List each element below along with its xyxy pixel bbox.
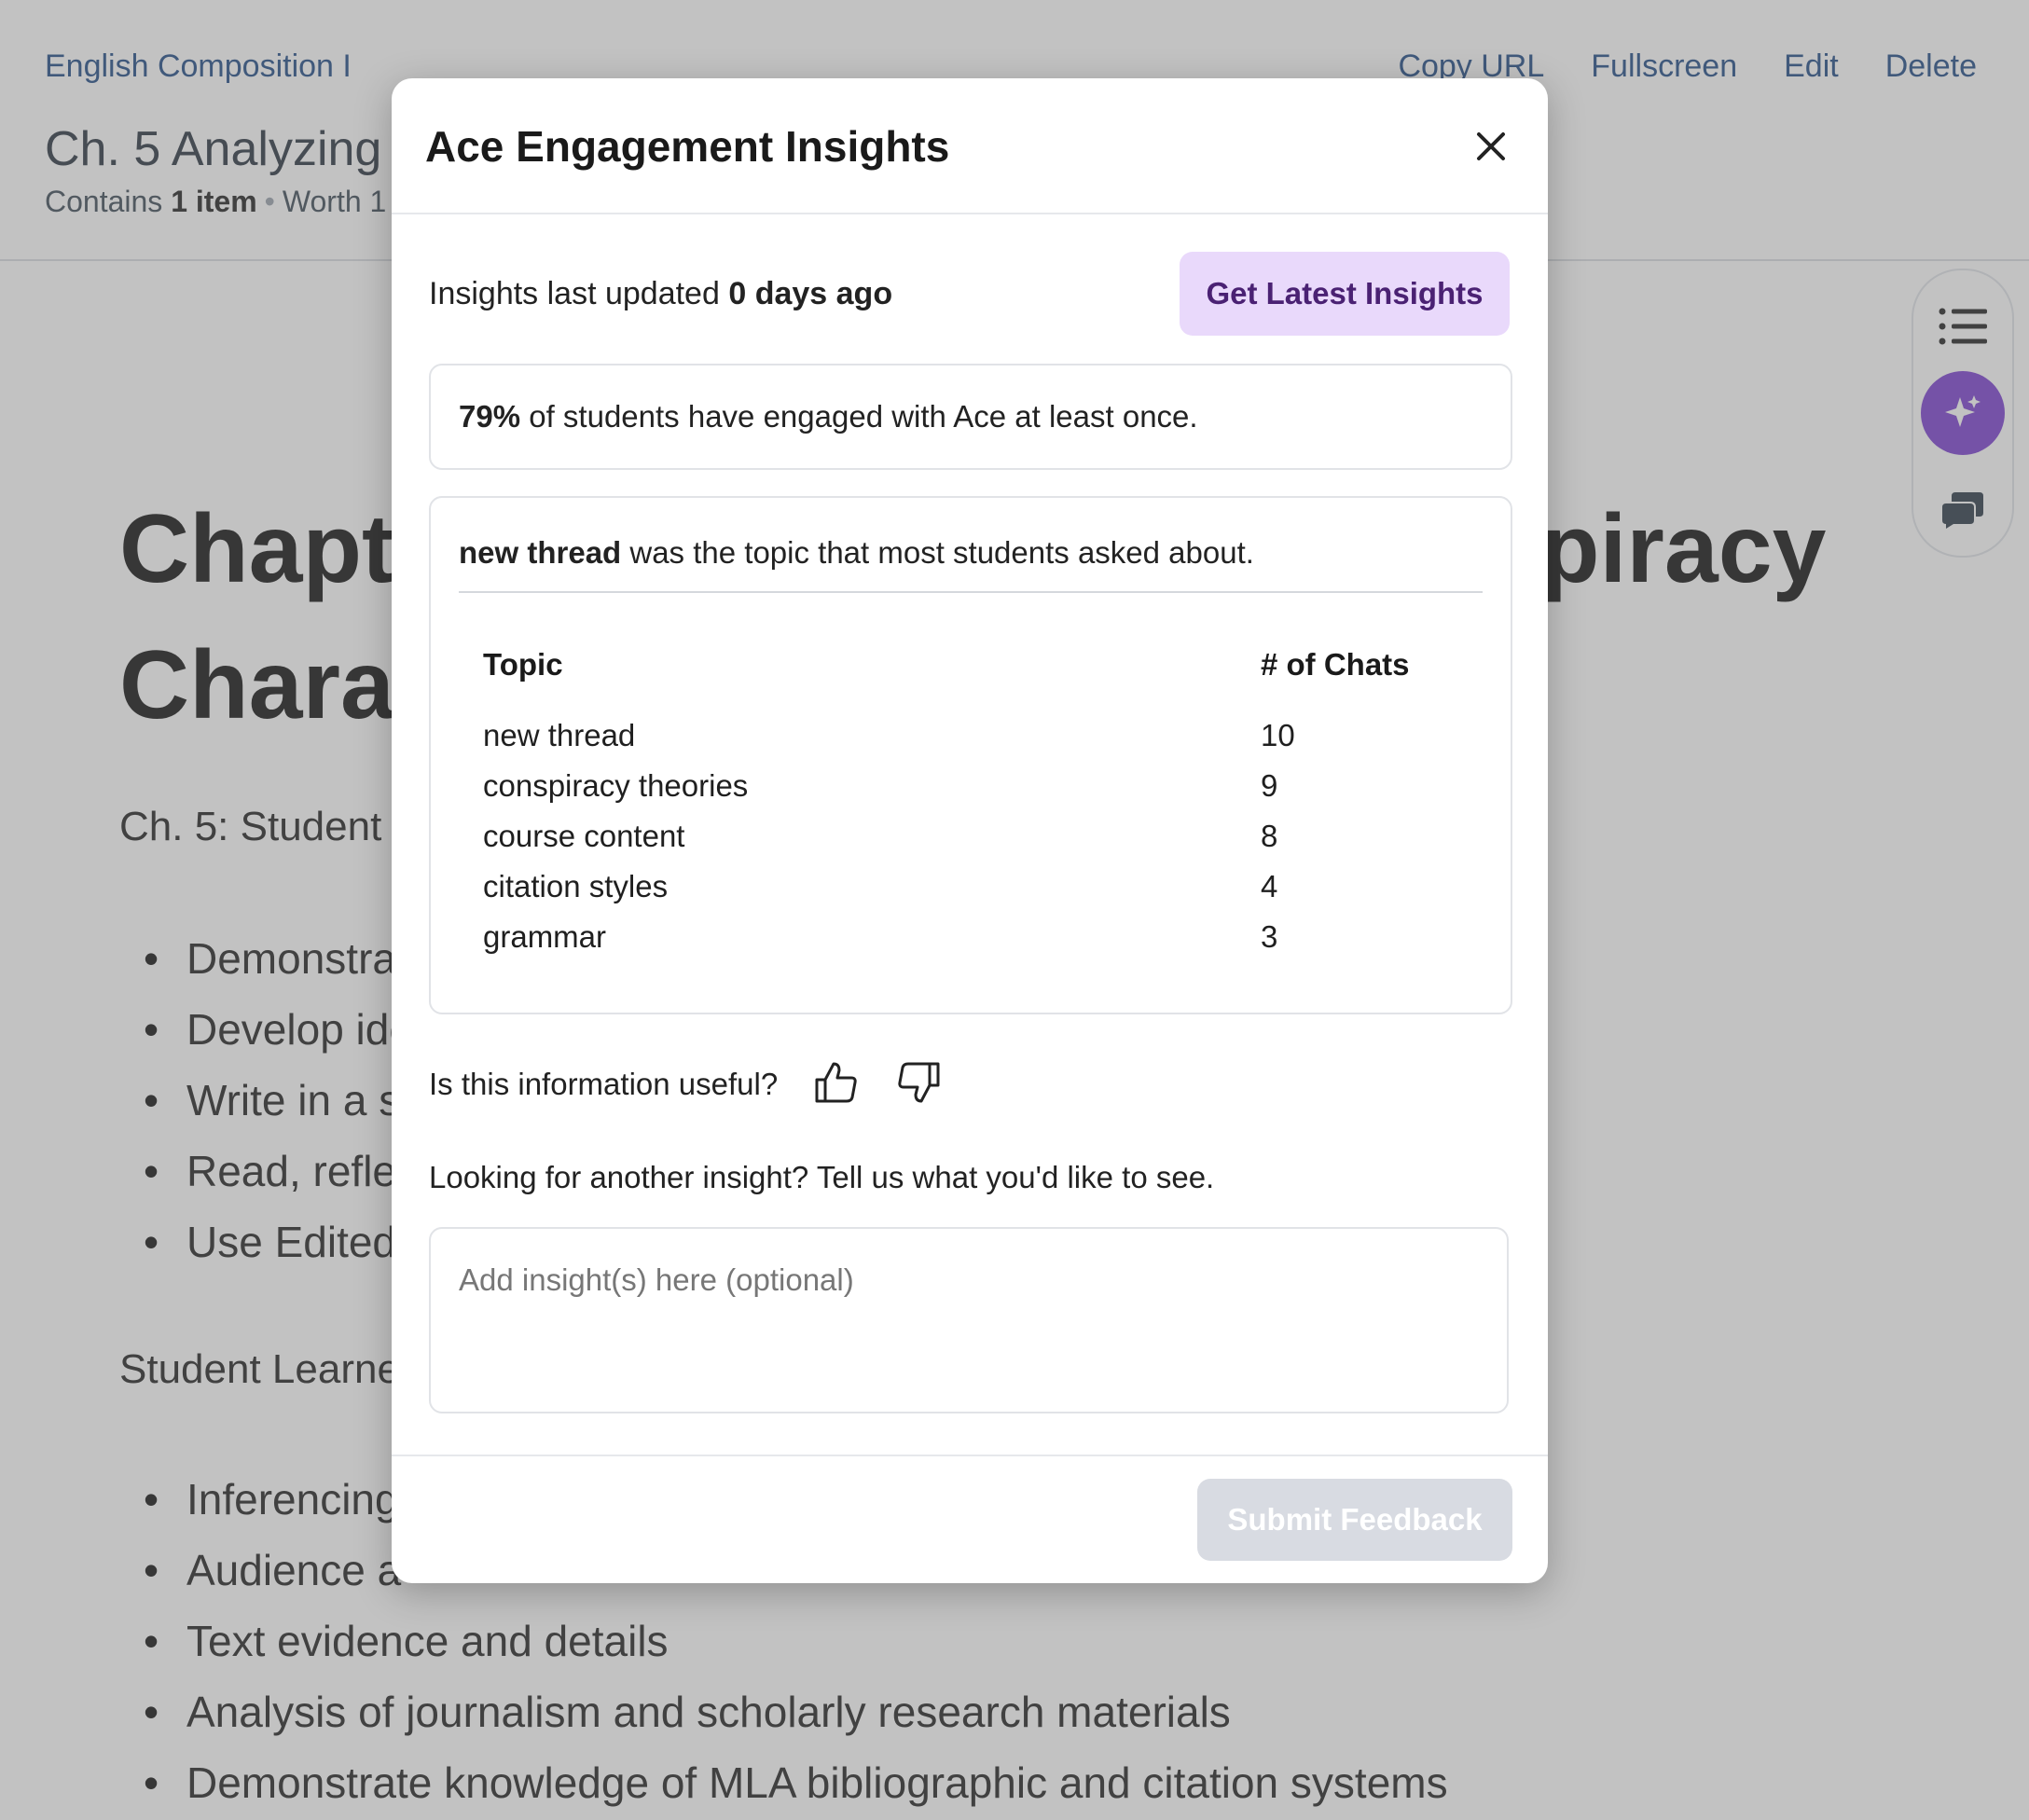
- count-cell: 8: [1261, 819, 1278, 853]
- engagement-card: 79% of students have engaged with Ace at…: [429, 364, 1512, 470]
- topic-column-header: Topic: [483, 647, 563, 682]
- topic-cell: conspiracy theories: [483, 768, 749, 803]
- topic-cell: course content: [483, 819, 685, 853]
- top-topic-summary: new thread was the topic that most stude…: [459, 535, 1254, 571]
- thumbs-down-icon[interactable]: [895, 1059, 942, 1106]
- get-latest-insights-button[interactable]: Get Latest Insights: [1180, 252, 1510, 336]
- thumbs-up-icon[interactable]: [813, 1059, 860, 1106]
- insight-input[interactable]: [429, 1227, 1509, 1413]
- top-topic: new thread: [459, 535, 622, 570]
- another-insight-prompt: Looking for another insight? Tell us wha…: [429, 1160, 1215, 1194]
- engagement-percent: 79%: [459, 399, 521, 434]
- topic-cell: new thread: [483, 718, 636, 752]
- close-icon[interactable]: [1468, 123, 1514, 170]
- insights-updated: Insights last updated 0 days ago: [429, 276, 892, 312]
- topics-card: new thread was the topic that most stude…: [429, 496, 1512, 1014]
- top-topic-text: was the topic that most students asked a…: [629, 535, 1254, 570]
- useful-question: Is this information useful?: [429, 1067, 779, 1101]
- card-divider: [459, 591, 1483, 593]
- table-row: citation styles 4: [431, 869, 1511, 919]
- table-row: grammar 3: [431, 919, 1511, 970]
- modal-title: Ace Engagement Insights: [425, 122, 950, 171]
- engagement-summary: 79% of students have engaged with Ace at…: [459, 399, 1198, 434]
- modal-header: Ace Engagement Insights: [392, 78, 1548, 214]
- count-cell: 4: [1261, 869, 1278, 903]
- footer-divider: [392, 1455, 1548, 1456]
- count-cell: 9: [1261, 768, 1278, 803]
- table-row: course content 8: [431, 819, 1511, 869]
- topic-cell: grammar: [483, 919, 607, 954]
- table-row: conspiracy theories 9: [431, 768, 1511, 819]
- count-cell: 10: [1261, 718, 1295, 752]
- updated-value: 0 days ago: [728, 276, 893, 311]
- submit-feedback-button[interactable]: Submit Feedback: [1197, 1479, 1512, 1561]
- engagement-text: of students have engaged with Ace at lea…: [529, 399, 1198, 434]
- topic-cell: citation styles: [483, 869, 669, 903]
- updated-label: Insights last updated: [429, 276, 720, 311]
- chats-column-header: # of Chats: [1261, 647, 1410, 682]
- table-row: new thread 10: [431, 718, 1511, 768]
- insights-modal: Ace Engagement Insights Insights last up…: [392, 78, 1548, 1583]
- count-cell: 3: [1261, 919, 1278, 954]
